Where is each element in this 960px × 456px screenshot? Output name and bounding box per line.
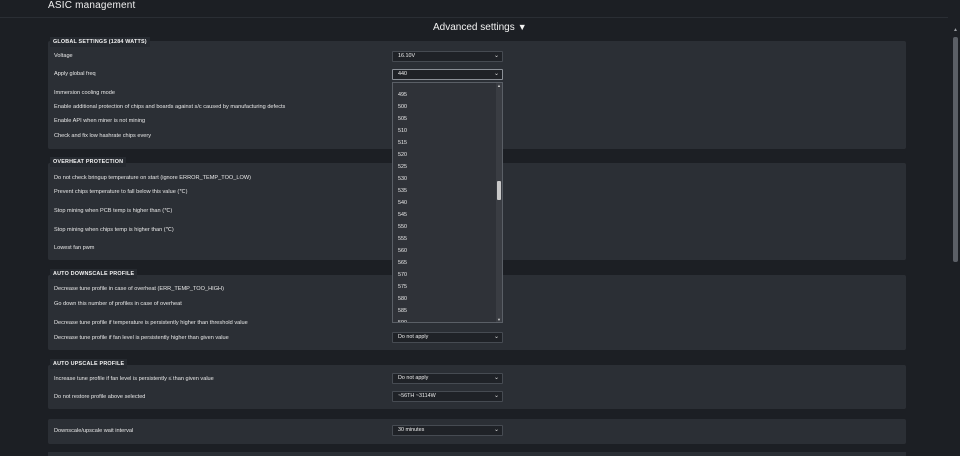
advanced-settings-toggle[interactable]: Advanced settings ▼ [433, 22, 527, 33]
voltage-label: Voltage [54, 53, 73, 59]
decrease-overheat-label: Decrease tune profile in case of overhea… [54, 286, 224, 292]
decrease-temp-label: Decrease tune profile if temperature is … [54, 320, 248, 326]
chevron-down-icon: ⌄ [493, 53, 499, 59]
dropdown-option[interactable]: 530 [398, 176, 407, 182]
dropdown-option[interactable]: 505 [398, 116, 407, 122]
dropdown-option[interactable]: 510 [398, 128, 407, 134]
dropdown-option[interactable]: 495 [398, 92, 407, 98]
prevent-temp-label: Prevent chips temperature to fall below … [54, 189, 188, 195]
voltage-value: 16.10V [398, 53, 416, 59]
global-freq-dropdown-list[interactable]: 490 495 500 505 510 515 520 525 530 535 … [392, 82, 503, 323]
advanced-settings-label: Advanced settings [433, 22, 515, 33]
dropdown-scrollbar[interactable]: ▲ ▼ [496, 83, 502, 322]
upscale-panel [48, 365, 906, 409]
scroll-up-icon[interactable]: ▲ [953, 27, 958, 33]
caret-down-icon: ▼ [517, 22, 527, 32]
chips-temp-label: Stop mining when chips temp is higher th… [54, 227, 174, 233]
immersion-label: Immersion cooling mode [54, 90, 115, 96]
voltage-select[interactable]: 16.10V ⌄ [392, 51, 503, 62]
chevron-down-icon: ⌄ [493, 375, 499, 381]
next-panel-edge [48, 452, 906, 456]
dropdown-option[interactable]: 535 [398, 188, 407, 194]
dropdown-option[interactable]: 545 [398, 212, 407, 218]
overheat-heading: OVERHEAT PROTECTION [50, 157, 127, 167]
increase-fan-value: Do not apply [398, 375, 429, 381]
decrease-fan-value: Do not apply [398, 334, 429, 340]
pcb-temp-label: Stop mining when PCB temp is higher than… [54, 208, 173, 214]
dropdown-option[interactable]: 550 [398, 224, 407, 230]
dropdown-option[interactable]: 585 [398, 308, 407, 314]
wait-interval-value: 30 minutes [398, 427, 425, 433]
restore-profile-select[interactable]: ~56TH ~3114W ⌄ [392, 391, 503, 402]
scroll-up-icon[interactable]: ▲ [497, 83, 501, 88]
dropdown-option[interactable]: 570 [398, 272, 407, 278]
dropdown-option[interactable]: 580 [398, 296, 407, 302]
protection-label: Enable additional protection of chips an… [54, 104, 286, 110]
chevron-down-icon: ⌄ [493, 427, 499, 433]
dropdown-option[interactable]: 520 [398, 152, 407, 158]
increase-fan-select[interactable]: Do not apply ⌄ [392, 373, 503, 384]
dropdown-option[interactable]: 575 [398, 284, 407, 290]
scroll-down-icon[interactable]: ▼ [497, 317, 501, 322]
page-scrollbar[interactable]: ▲ [953, 27, 958, 456]
dropdown-option[interactable]: 515 [398, 140, 407, 146]
dropdown-option[interactable]: 500 [398, 104, 407, 110]
dropdown-option[interactable]: 565 [398, 260, 407, 266]
downscale-heading: AUTO DOWNSCALE PROFILE [50, 269, 138, 279]
restore-profile-value: ~56TH ~3114W [398, 393, 436, 399]
chevron-down-icon: ⌄ [493, 393, 499, 399]
dropdown-option[interactable]: 560 [398, 248, 407, 254]
global-settings-heading: GLOBAL SETTINGS (1284 WATTS) [50, 37, 150, 47]
lowhash-label: Check and fix low hashrate chips every [54, 133, 152, 139]
wait-interval-label: Downscale/upscale wait interval [54, 428, 134, 434]
increase-fan-label: Increase tune profile if fan level is pe… [54, 376, 214, 382]
dropdown-option[interactable]: 590 [398, 320, 407, 322]
dropdown-option[interactable]: 540 [398, 200, 407, 206]
upscale-heading: AUTO UPSCALE PROFILE [50, 359, 128, 369]
api-label: Enable API when miner is not mining [54, 118, 146, 124]
wait-interval-select[interactable]: 30 minutes ⌄ [392, 425, 503, 436]
chevron-down-icon: ⌄ [493, 334, 499, 340]
dropdown-option[interactable]: 525 [398, 164, 407, 170]
decrease-fan-select[interactable]: Do not apply ⌄ [392, 332, 503, 343]
dropdown-option[interactable]: 555 [398, 236, 407, 242]
decrease-fan-label: Decrease tune profile if fan level is pe… [54, 335, 229, 341]
dropdown-option[interactable]: 490 [398, 83, 407, 84]
global-freq-value: 440 [398, 71, 407, 77]
dropdown-scroll-thumb[interactable] [497, 181, 501, 200]
restore-profile-label: Do not restore profile above selected [54, 394, 146, 400]
chevron-down-icon: ⌄ [493, 71, 499, 77]
page-scroll-thumb[interactable] [953, 37, 958, 262]
go-down-label: Go down this number of profiles in case … [54, 301, 182, 307]
bringup-label: Do not check bringup temperature on star… [54, 175, 251, 181]
global-freq-label: Apply global freq [54, 71, 96, 77]
page-title: ASIC management [48, 0, 136, 11]
lowest-fan-label: Lowest fan pwm [54, 245, 95, 251]
header-divider [0, 17, 948, 18]
global-freq-select[interactable]: 440 ⌄ [392, 69, 503, 80]
